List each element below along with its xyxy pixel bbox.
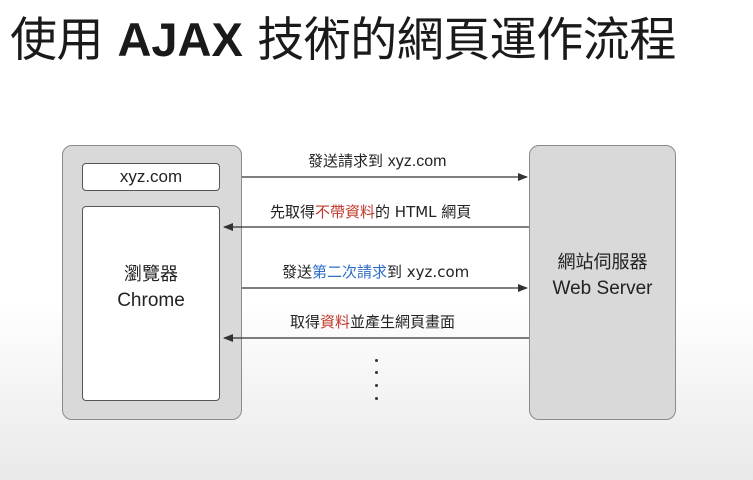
message-response-1: 先取得不帶資料的 HTML 網頁: [270, 202, 471, 222]
msg1-seg1: 發送請求到: [308, 152, 388, 170]
continuation-dot: [375, 359, 378, 362]
msg2-seg3: 的 HTML 網頁: [375, 203, 472, 221]
msg3-seg3: 到 xyz.com: [387, 263, 470, 281]
message-request-2: 發送第二次請求到 xyz.com: [282, 262, 469, 282]
msg4-seg1: 取得: [290, 313, 321, 331]
msg2-seg2: 不帶資料: [315, 203, 376, 221]
flow-arrows: [223, 173, 529, 342]
continuation-dot: [375, 397, 378, 400]
msg4-seg3: 並產生網頁畫面: [350, 313, 456, 331]
continuation-dot: [375, 384, 378, 387]
msg4-seg2: 資料: [320, 313, 351, 331]
continuation-dot: [375, 371, 378, 374]
msg2-seg1: 先取得: [270, 203, 316, 221]
message-request-1: 發送請求到 xyz.com: [308, 151, 446, 172]
msg3-seg2: 第二次請求: [312, 263, 388, 281]
message-response-2: 取得資料並產生網頁畫面: [290, 312, 455, 332]
msg3-seg1: 發送: [282, 263, 313, 281]
msg1-seg2: xyz.com: [387, 153, 447, 170]
